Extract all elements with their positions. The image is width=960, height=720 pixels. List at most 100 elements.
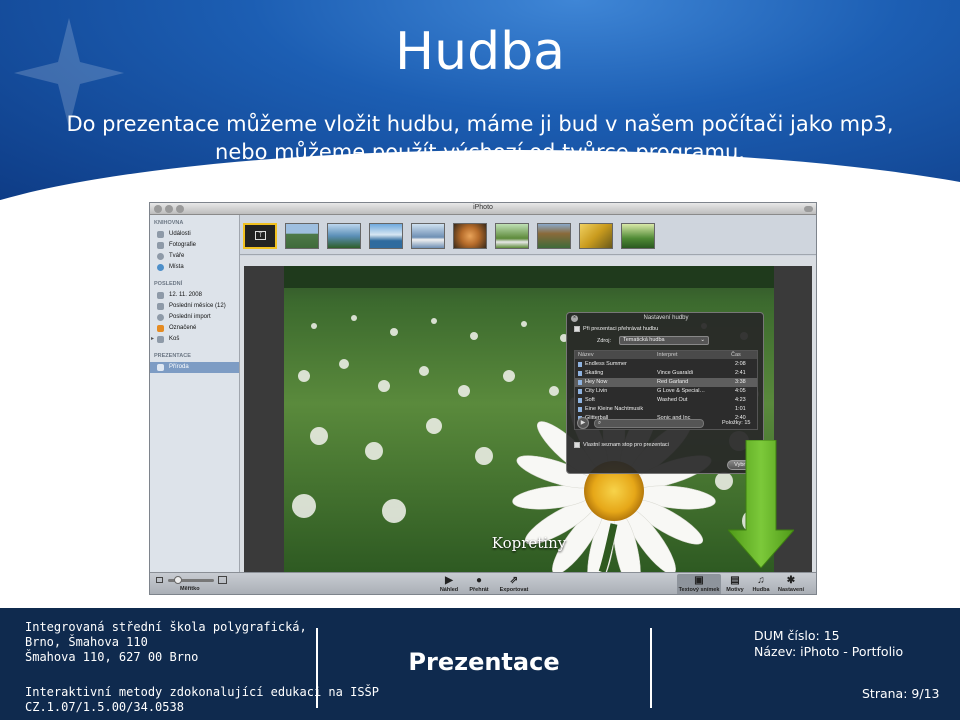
track-name: Hey Now	[585, 379, 608, 385]
sidebar-item-slideshow-nature[interactable]: Příroda	[150, 362, 239, 373]
music-file-icon	[578, 398, 582, 403]
sidebar-item-label: Příroda	[169, 364, 189, 370]
slide-thumbnail[interactable]	[495, 223, 529, 249]
school-address: Brno, Šmahova 110	[25, 635, 148, 649]
table-header: Název Interpret Čas	[575, 351, 757, 359]
settings-button[interactable]: ✱ Nastavení	[774, 574, 808, 594]
school-name: Integrovaná střední škola polygrafická,	[25, 620, 307, 634]
music-file-icon	[578, 362, 582, 367]
track-name: City Livin	[585, 388, 608, 394]
sidebar-item-photos[interactable]: Fotografie	[150, 240, 239, 251]
slide-thumbnail[interactable]	[579, 223, 613, 249]
slide-thumbnail-title[interactable]: T	[243, 223, 277, 249]
sidebar-section-recent: POSLEDNÍ	[154, 281, 183, 287]
play-button[interactable]: ● Přehrát	[464, 574, 494, 594]
iphoto-window: iPhoto KNIHOVNA Události Fotografie Tvář…	[149, 202, 817, 595]
sidebar-item-label: Události	[169, 231, 191, 237]
sidebar-item-faces[interactable]: Tváře	[150, 251, 239, 262]
sidebar-item-event-date[interactable]: 12. 11. 2008	[150, 290, 239, 301]
slide-thumbnail[interactable]	[411, 223, 445, 249]
track-artist: Vince Guaraldi	[657, 370, 693, 376]
source-label: Zdroj:	[597, 338, 612, 344]
sidebar-item-recent-months[interactable]: Poslední měsíce (12)	[150, 301, 239, 312]
slide-thumbnail[interactable]	[453, 223, 487, 249]
slideshow-icon	[157, 364, 164, 371]
gear-icon: ✱	[786, 575, 796, 586]
material-name: Název: iPhoto - Portfolio	[754, 644, 904, 659]
sidebar-section-library: KNIHOVNA	[154, 220, 184, 226]
text-slide-icon: T	[255, 231, 266, 240]
table-row[interactable]: Soft Washed Out 4:23	[575, 396, 757, 405]
table-row[interactable]: City Livin G Love & Special… 4:05	[575, 387, 757, 396]
zoom-slider-knob[interactable]	[174, 576, 182, 584]
column-header-time[interactable]: Čas	[731, 352, 741, 358]
table-row[interactable]: Endless Summer 2:08	[575, 360, 757, 369]
sidebar-item-flagged[interactable]: Označené	[150, 323, 239, 334]
themes-button[interactable]: ▤ Motivy	[722, 574, 748, 594]
export-label: Exportovat	[499, 587, 529, 593]
sidebar-item-label: Tváře	[169, 253, 185, 259]
play-music-label: Při prezentaci přehrávat hudbu	[583, 326, 659, 332]
slide-footer: Integrovaná střední škola polygrafická, …	[0, 608, 960, 720]
column-header-name[interactable]: Název	[578, 352, 594, 358]
track-artist: Red Garland	[657, 379, 689, 385]
program-code: CZ.1.07/1.5.00/34.0538	[25, 700, 184, 714]
slide-thumbnail[interactable]	[369, 223, 403, 249]
school-address-postal: Šmahova 110, 627 00 Brno	[25, 650, 199, 664]
slide-thumbnail[interactable]	[621, 223, 655, 249]
photos-icon	[157, 242, 164, 249]
places-icon	[157, 264, 164, 271]
faces-icon	[157, 253, 164, 260]
track-search-input[interactable]: ⌕	[594, 419, 704, 428]
text-slide-button[interactable]: ▣ Textový snímek	[677, 574, 721, 594]
play-label: Přehrát	[469, 587, 489, 593]
disclosure-triangle-icon[interactable]: ▸	[151, 334, 154, 345]
slide-thumbnail[interactable]	[327, 223, 361, 249]
track-artist: G Love & Special…	[657, 388, 705, 394]
toolbar-toggle-button[interactable]	[804, 206, 813, 212]
sidebar-item-trash[interactable]: ▸ Koš	[150, 334, 239, 345]
table-row[interactable]: Skating Vince Guaraldi 2:41	[575, 369, 757, 378]
zoom-slider[interactable]	[168, 576, 214, 584]
preview-button[interactable]: ▶ Náhled	[434, 574, 464, 594]
sidebar-item-label: Místa	[169, 264, 184, 270]
music-file-icon	[578, 389, 582, 394]
column-header-artist[interactable]: Interpret	[657, 352, 677, 358]
source-select[interactable]: Tematická hudba ⌄	[619, 336, 709, 345]
export-button[interactable]: ⇗ Exportovat	[494, 574, 534, 594]
sidebar-item-label: Koš	[169, 336, 180, 342]
music-file-icon	[578, 407, 582, 412]
table-row-selected[interactable]: Hey Now Red Garland 3:38	[575, 378, 757, 387]
table-row[interactable]: Eine Kleine Nachtmusik 1:01	[575, 405, 757, 414]
themes-label: Motivy	[726, 587, 744, 593]
search-icon: ⌕	[598, 420, 602, 426]
play-music-checkbox[interactable]	[574, 326, 580, 332]
custom-playlist-checkbox[interactable]	[574, 442, 580, 448]
sidebar-item-label: 12. 11. 2008	[169, 292, 202, 298]
dum-number: DUM číslo: 15	[754, 628, 840, 643]
page-number: Strana: 9/13	[862, 686, 940, 701]
slide-caption[interactable]: Kopretiny	[284, 534, 774, 552]
track-time: 1:01	[735, 406, 746, 412]
settings-label: Nastavení	[778, 587, 804, 593]
track-name: Skating	[585, 370, 604, 376]
export-icon: ⇗	[509, 575, 519, 586]
trash-icon	[157, 336, 164, 343]
music-button[interactable]: ♫ Hudba	[748, 574, 774, 594]
track-table: Název Interpret Čas Endless Summer 2:08 …	[574, 350, 758, 430]
preview-play-button[interactable]: ▶	[577, 417, 589, 429]
slide-body-text: Do prezentace můžeme vložit hudbu, máme …	[40, 110, 920, 166]
events-icon	[157, 231, 164, 238]
music-file-icon	[578, 380, 582, 385]
themes-icon: ▤	[730, 575, 740, 586]
sidebar-item-places[interactable]: Místa	[150, 262, 239, 273]
music-file-icon	[578, 371, 582, 376]
large-photo-icon	[218, 576, 227, 584]
scale-label: Měřítko	[180, 586, 200, 592]
sidebar-item-events[interactable]: Události	[150, 229, 239, 240]
slide-thumbnail[interactable]	[285, 223, 319, 249]
sidebar-item-last-import[interactable]: Poslední import	[150, 312, 239, 323]
track-name: Soft	[585, 397, 595, 403]
slide-thumbnail[interactable]	[537, 223, 571, 249]
panel-title: Nastavení hudby	[643, 315, 689, 321]
